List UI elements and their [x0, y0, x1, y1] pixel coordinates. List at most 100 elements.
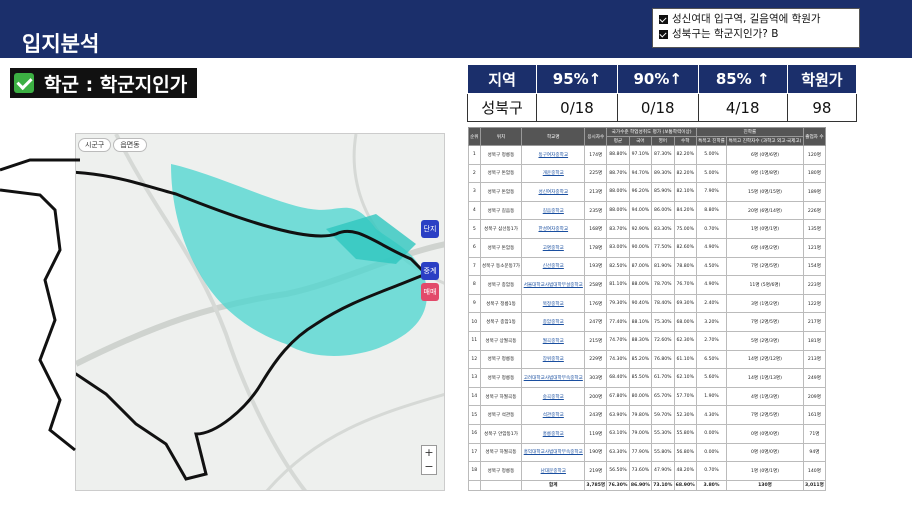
table-cell: 168명 [584, 219, 608, 239]
table-cell: 59.70% [651, 405, 675, 425]
map-tab-sigungu[interactable]: 시군구 [78, 138, 112, 152]
school-name-link[interactable]: 서울대학교사범대학부설중학교 [521, 275, 586, 295]
note-text: 성신여대 입구역, 길음역에 학원가 [672, 13, 821, 25]
summary-header-row: 지역 95%↑ 90%↑ 85% ↑ 학원가 [466, 64, 858, 94]
table-cell: 성북구 종암동 [479, 275, 523, 295]
table-row: 8 성북구 종암동 서울대학교사범대학부설중학교 258명 81.10% 88.00% 78… [468, 275, 827, 295]
table-header: 평균 [606, 136, 630, 146]
school-name-link[interactable]: 홍익대학교사범대학부속중학교 [521, 442, 586, 463]
table-row: 15 성북구 석관동 석관중학교 243명 63.90% 79.80% 59.70% 52.3… [468, 405, 827, 425]
check-icon [14, 73, 34, 93]
table-row: 12 성북구 정릉동 장위중학교 229명 74.30% 85.20% 76.80% 61.1… [468, 349, 827, 370]
table-cell: 303명 [584, 368, 608, 388]
school-name-link[interactable]: 종암중학교 [521, 312, 586, 332]
table-cell: 성북구 석관동 [479, 405, 523, 425]
school-name-link[interactable]: 고려대학교사범대학부속중학교 [521, 368, 586, 388]
table-cell: 81.90% [651, 256, 675, 277]
table-cell: 4.50% [695, 256, 728, 277]
school-name-link[interactable]: 석관중학교 [521, 405, 586, 425]
table-cell: 10 [468, 312, 481, 332]
table-cell: 189명 [802, 182, 827, 202]
school-name-link[interactable]: 남대문중학교 [521, 461, 586, 481]
table-cell: 성북구 정릉동 [479, 145, 523, 165]
table-cell: 223명 [802, 275, 827, 295]
total-cell: 86.90% [628, 479, 653, 491]
table-cell: 성북구 하월곡동 [479, 386, 523, 407]
table-cell: 67.80% [606, 386, 630, 407]
table-cell: 55.80% [651, 442, 675, 463]
table-cell: 88.00% [628, 275, 653, 295]
school-name-link[interactable]: 북정중학교 [521, 293, 586, 314]
table-cell: 92.90% [628, 219, 653, 239]
table-cell: 62.30% [673, 330, 697, 351]
table-cell: 성북구 하월곡동 [479, 442, 523, 463]
district-map[interactable]: 시군구 읍면동 [75, 133, 445, 491]
table-cell: 0.70% [695, 461, 728, 481]
school-name-link[interactable]: 한성여자중학교 [521, 219, 586, 239]
table-cell: 96.20% [628, 182, 653, 202]
school-name-link[interactable]: 성신여자중학교 [521, 182, 586, 202]
table-cell: 3명 (1명/2명) [726, 293, 804, 314]
table-cell: 74.70% [606, 330, 630, 351]
table-cell: 174명 [584, 145, 608, 165]
school-name-link[interactable]: 동구여자중학교 [521, 145, 586, 165]
table-cell: 94.70% [628, 163, 653, 184]
table-cell: 5명 (2명/3명) [726, 330, 804, 351]
table-cell: 6 [468, 237, 481, 258]
school-name-link[interactable]: 숭곡중학교 [521, 386, 586, 407]
table-cell: 47.90% [651, 461, 675, 481]
total-cell [468, 479, 481, 491]
table-cell: 213명 [584, 182, 608, 202]
table-header: 수학 [673, 136, 697, 146]
table-cell: 18 [468, 461, 481, 481]
table-cell: 0.70% [695, 219, 728, 239]
table-cell: 77.90% [628, 442, 653, 463]
table-cell: 20명 (6명/14명) [726, 200, 804, 221]
school-name-link[interactable]: 고명중학교 [521, 237, 586, 258]
table-cell: 성북구 삼선동1가 [479, 219, 523, 239]
total-cell: 3.80% [695, 479, 728, 491]
table-cell: 83.70% [606, 219, 630, 239]
zoom-out-button[interactable]: − [422, 460, 436, 474]
school-name-link[interactable]: 신선중학교 [521, 256, 586, 277]
table-cell: 215명 [584, 330, 608, 351]
map-tab-eupmyeondong[interactable]: 읍면동 [113, 138, 147, 152]
table-cell: 4 [468, 200, 481, 221]
table-cell: 성북구 정릉1동 [479, 293, 523, 314]
table-cell: 88.70% [606, 163, 630, 184]
table-cell: 77.50% [651, 237, 675, 258]
table-cell: 7명 (2명/5명) [726, 256, 804, 277]
table-group-header: 진학률 [695, 127, 804, 137]
summary-header: 학원가 [786, 64, 858, 94]
table-cell: 65.70% [651, 386, 675, 407]
table-cell: 2 [468, 163, 481, 184]
table-row: 6 성북구 돈암동 고명중학교 178명 83.00% 90.00% 77.50% 82.60… [468, 237, 827, 258]
table-cell: 89.30% [651, 163, 675, 184]
table-cell: 82.10% [673, 182, 697, 202]
table-cell: 5.60% [695, 368, 728, 388]
table-cell: 72.60% [651, 330, 675, 351]
table-cell: 4.90% [695, 237, 728, 258]
table-cell: 62.10% [673, 368, 697, 388]
table-cell: 79.80% [628, 405, 653, 425]
zoom-in-button[interactable]: + [422, 446, 436, 460]
table-cell: 3 [468, 182, 481, 202]
school-name-link[interactable]: 길음중학교 [521, 200, 586, 221]
table-cell: 5 [468, 219, 481, 239]
school-name-link[interactable]: 개운중학교 [521, 163, 586, 184]
map-canvas[interactable] [76, 134, 445, 491]
map-button-complex[interactable]: 단지 [421, 220, 439, 238]
school-name-link[interactable]: 월곡중학교 [521, 330, 586, 351]
summary-cell: 성북구 [466, 93, 538, 122]
map-button-sale[interactable]: 매매 [421, 283, 439, 301]
zoom-control: + − [421, 445, 437, 475]
table-cell: 71명 [802, 423, 827, 444]
school-name-link[interactable]: 홍릉중학교 [521, 423, 586, 444]
table-header: 영어 [651, 136, 675, 146]
total-cell: 73.10% [651, 479, 675, 491]
school-name-link[interactable]: 장위중학교 [521, 349, 586, 370]
map-button-brokerage[interactable]: 중계 [421, 262, 439, 280]
table-cell: 68.40% [606, 368, 630, 388]
table-cell: 56.80% [673, 442, 697, 463]
table-cell: 119명 [584, 423, 608, 444]
